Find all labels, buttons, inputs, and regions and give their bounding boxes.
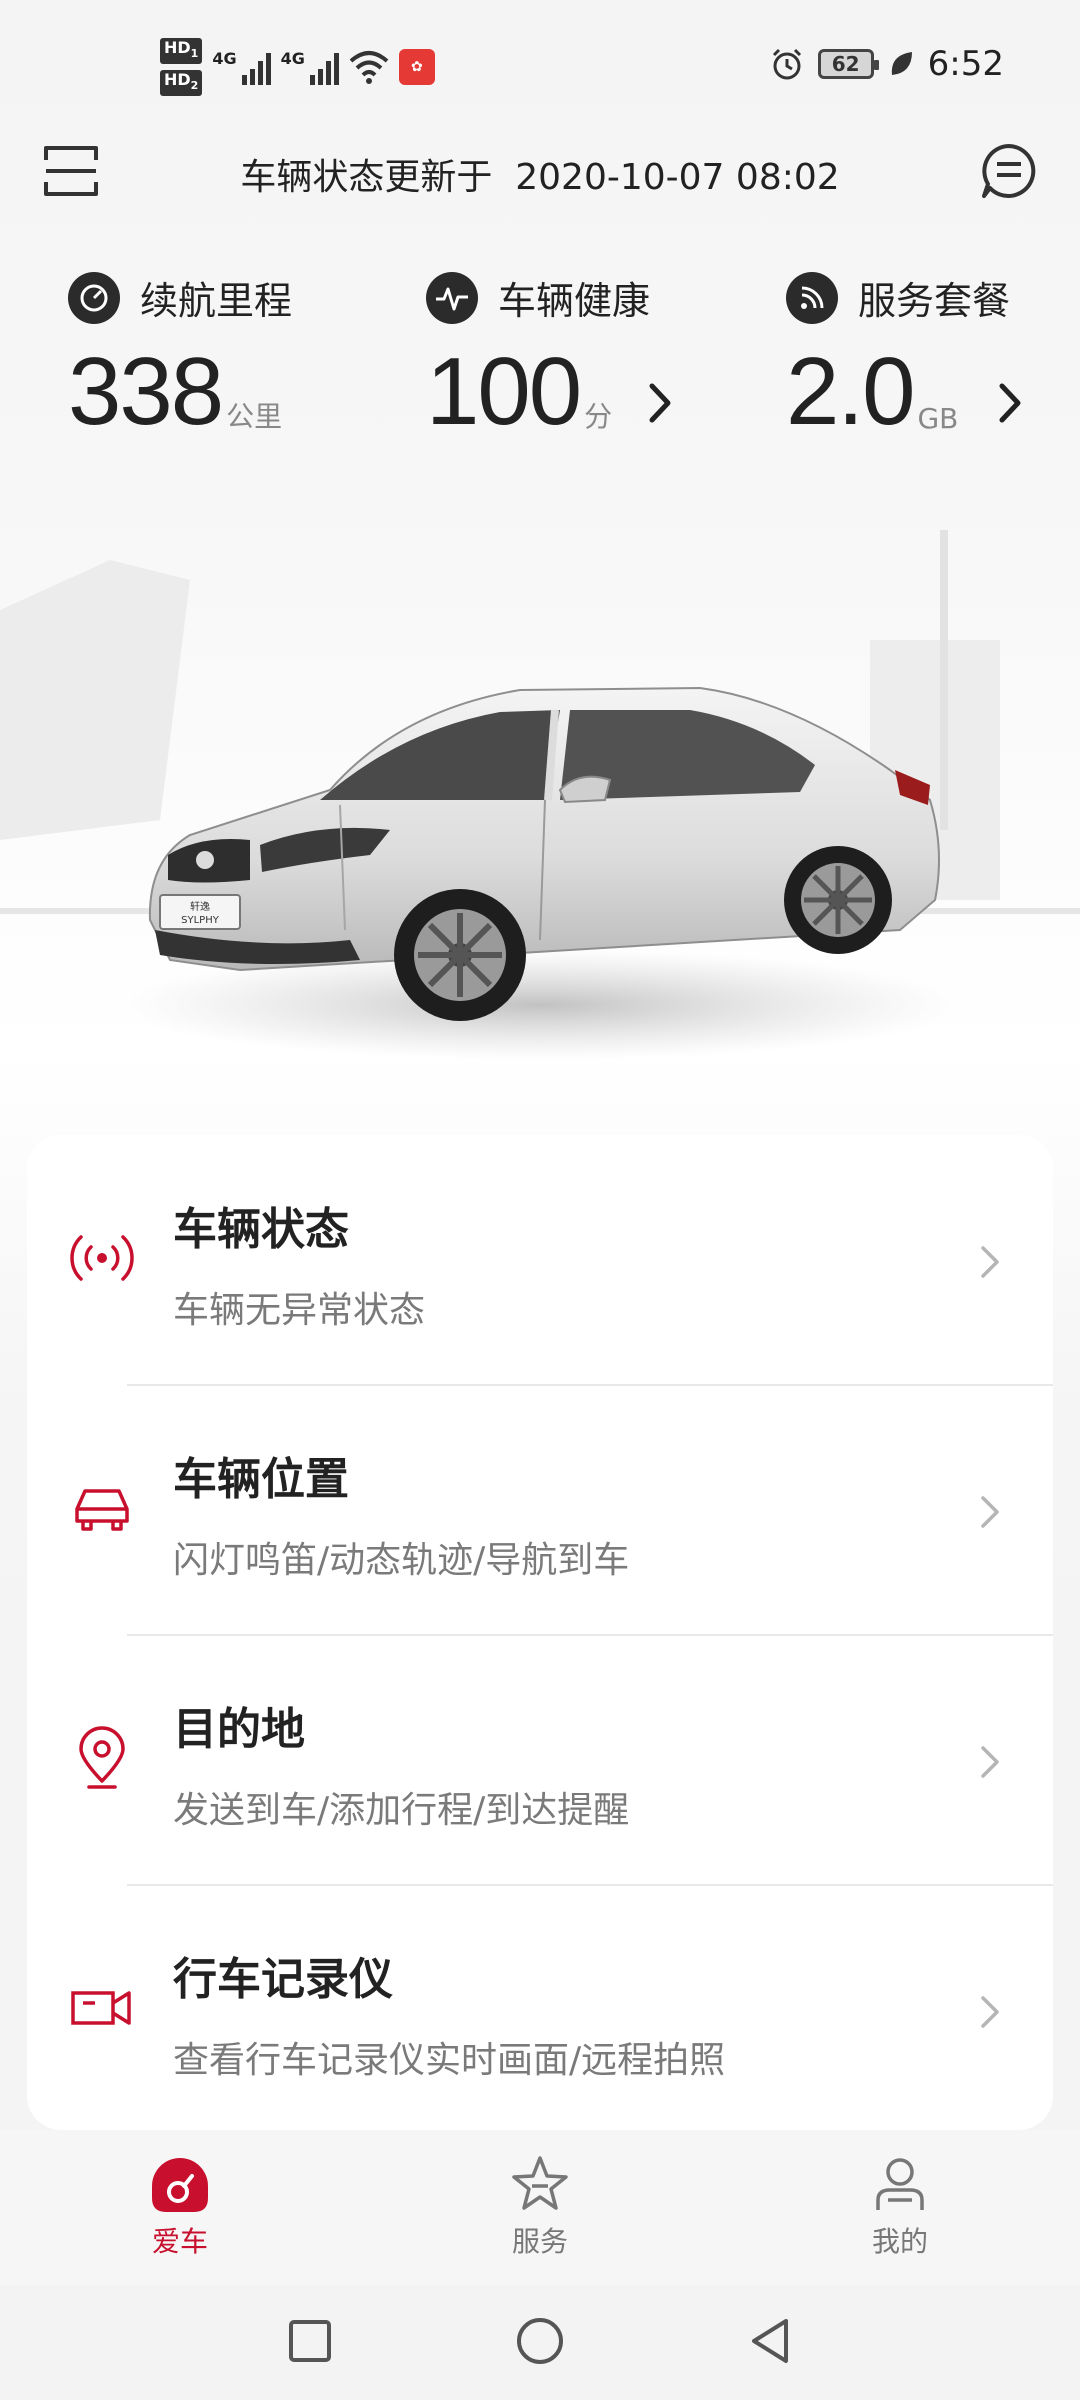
health-label: 车辆健康 bbox=[498, 279, 651, 323]
tab-service[interactable]: 服务 bbox=[460, 2152, 620, 2260]
update-time: 2020-10-07 08:02 bbox=[515, 157, 840, 198]
list-item-destination[interactable]: 目的地 发送到车/添加行程/到达提醒 bbox=[27, 1635, 1053, 1885]
tab-profile-label: 我的 bbox=[871, 2225, 928, 2258]
message-icon[interactable] bbox=[980, 142, 1038, 200]
destination-subtitle: 发送到车/添加行程/到达提醒 bbox=[173, 1790, 630, 1831]
signal-broadcast-icon bbox=[70, 1235, 134, 1281]
wifi-icon bbox=[349, 51, 389, 85]
status-right: 62 6:52 bbox=[770, 44, 1004, 84]
my-car-icon bbox=[152, 2158, 208, 2212]
health-value: 100 bbox=[426, 338, 582, 445]
heartbeat-icon bbox=[426, 271, 478, 324]
health-stat[interactable]: 车辆健康 100 分 bbox=[426, 270, 651, 445]
chevron-right-icon bbox=[981, 1746, 999, 1778]
clock: 6:52 bbox=[927, 44, 1004, 84]
vehicle-status-subtitle: 车辆无异常状态 bbox=[173, 1290, 426, 1331]
range-label: 续航里程 bbox=[140, 279, 293, 323]
signal-2-icon: 4G bbox=[281, 49, 339, 86]
car-icon bbox=[75, 1489, 129, 1531]
update-label: 车辆状态更新于 bbox=[240, 157, 493, 198]
health-unit: 分 bbox=[584, 400, 613, 433]
sim2-hd-badge: HD2 bbox=[160, 70, 203, 97]
feature-list-card: 车辆状态 车辆无异常状态 车辆位置 闪灯鸣笛/动态轨迹/导航到车 目的地 发送到… bbox=[27, 1135, 1053, 2130]
service-plan-label: 服务套餐 bbox=[858, 279, 1011, 323]
battery-indicator: 62 bbox=[817, 49, 879, 79]
video-camera-icon bbox=[71, 1991, 131, 2025]
plate-sub: 轩逸 bbox=[190, 900, 210, 913]
tab-my-car[interactable]: 爱车 bbox=[100, 2152, 260, 2260]
profile-icon bbox=[876, 2158, 924, 2210]
system-navigation-bar bbox=[0, 2285, 1080, 2400]
list-item-dashcam[interactable]: 行车记录仪 查看行车记录仪实时画面/远程拍照 bbox=[27, 1885, 1053, 2130]
location-pin-icon bbox=[79, 1726, 125, 1789]
status-left: HD1 HD2 4G 4G ✿ bbox=[160, 38, 435, 97]
status-bar: HD1 HD2 4G 4G ✿ 62 6:52 bbox=[0, 0, 1080, 120]
header-bar: 车辆状态更新于 2020-10-07 08:02 bbox=[0, 120, 1080, 230]
update-status-text: 车辆状态更新于 2020-10-07 08:02 bbox=[0, 148, 1080, 200]
list-item-vehicle-location[interactable]: 车辆位置 闪灯鸣笛/动态轨迹/导航到车 bbox=[27, 1385, 1053, 1635]
service-plan-stat[interactable]: 服务套餐 2.0 GB bbox=[786, 270, 1011, 445]
health-chevron-right-icon[interactable] bbox=[646, 380, 676, 426]
dashcam-subtitle: 查看行车记录仪实时画面/远程拍照 bbox=[173, 2040, 726, 2081]
chevron-right-icon bbox=[981, 1996, 999, 2028]
vehicle-location-subtitle: 闪灯鸣笛/动态轨迹/导航到车 bbox=[173, 1540, 630, 1581]
app-notification-icon: ✿ bbox=[398, 49, 435, 86]
sim1-hd-badge: HD1 bbox=[160, 38, 203, 65]
speedometer-icon bbox=[68, 271, 120, 324]
car-image: 轩逸 SYLPHY bbox=[0, 500, 1080, 1140]
service-chevron-right-icon[interactable] bbox=[996, 380, 1026, 426]
chevron-right-icon bbox=[981, 1246, 999, 1278]
data-plan-icon bbox=[786, 271, 838, 324]
vehicle-location-title: 车辆位置 bbox=[173, 1454, 349, 1505]
service-plan-unit: GB bbox=[917, 402, 959, 435]
bottom-tab-bar: 爱车 服务 我的 bbox=[0, 2130, 1080, 2285]
home-icon[interactable] bbox=[512, 2313, 568, 2369]
destination-title: 目的地 bbox=[173, 1704, 305, 1755]
leaf-icon bbox=[891, 52, 912, 75]
range-stat: 续航里程 338 公里 bbox=[68, 270, 293, 445]
star-icon bbox=[512, 2156, 568, 2210]
chevron-right-icon bbox=[981, 1496, 999, 1528]
range-value: 338 bbox=[68, 338, 224, 445]
tab-service-label: 服务 bbox=[511, 2225, 568, 2258]
back-icon[interactable] bbox=[742, 2313, 798, 2369]
signal-1-icon: 4G bbox=[212, 49, 271, 86]
dashcam-title: 行车记录仪 bbox=[173, 1954, 393, 2005]
tab-profile[interactable]: 我的 bbox=[820, 2152, 980, 2260]
tab-my-car-label: 爱车 bbox=[151, 2225, 208, 2258]
service-plan-value: 2.0 bbox=[786, 338, 915, 445]
plate-text: SYLPHY bbox=[181, 915, 220, 926]
vehicle-status-title: 车辆状态 bbox=[173, 1204, 349, 1255]
vehicle-stats: 续航里程 338 公里 车辆健康 100 分 服务套餐 2.0 GB bbox=[0, 270, 1080, 470]
range-unit: 公里 bbox=[226, 400, 283, 433]
recent-apps-icon[interactable] bbox=[282, 2313, 338, 2369]
list-item-vehicle-status[interactable]: 车辆状态 车辆无异常状态 bbox=[27, 1135, 1053, 1385]
sim-indicators: HD1 HD2 bbox=[160, 38, 203, 97]
alarm-icon bbox=[772, 48, 801, 80]
